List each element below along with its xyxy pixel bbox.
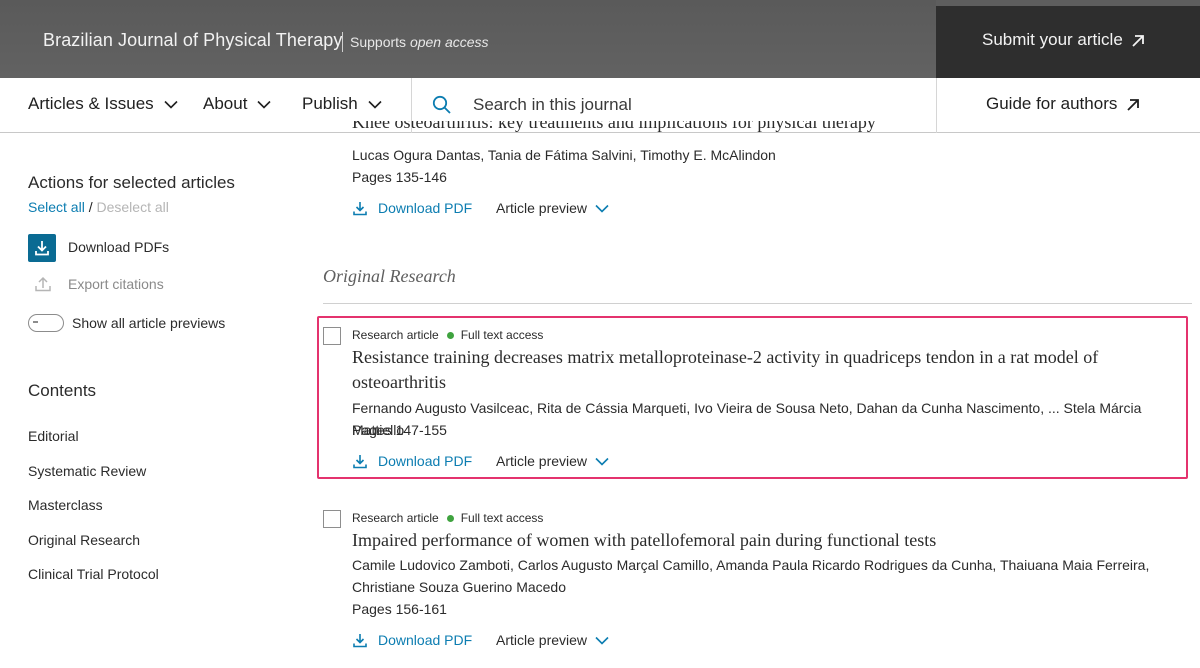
select-all-link[interactable]: Select all [28,199,85,215]
article-checkbox[interactable] [323,327,341,345]
article-access: Full text access [460,328,544,342]
guide-for-authors-link[interactable]: Guide for authors [986,94,1141,114]
search-input[interactable] [466,88,926,122]
article-preview-toggle[interactable]: Article preview [496,632,609,648]
chevron-down-icon [164,100,178,109]
access-dot-icon [446,514,454,522]
divider [323,303,1192,304]
article-pages: Pages 156-161 [352,601,447,617]
article-type: Research article [352,511,439,525]
download-icon [353,201,367,215]
article-title-link[interactable]: Impaired performance of women with patel… [352,528,1182,553]
nav-publish[interactable]: Publish [302,94,382,114]
chevron-down-icon [595,457,609,466]
article-title-link[interactable]: Resistance training decreases matrix met… [352,345,1182,395]
chevron-down-icon [257,100,272,109]
export-icon [35,276,51,292]
article-preview-toggle[interactable]: Article preview [496,200,609,216]
divider [936,78,937,133]
download-pdf-link[interactable]: Download PDF [352,200,472,216]
article-type: Research article [352,328,439,342]
external-arrow-icon [1127,99,1140,111]
contents-item-masterclass[interactable]: Masterclass [28,497,103,513]
article-authors: Camile Ludovico Zamboti, Carlos Augusto … [352,557,1150,595]
article-pages: Pages 135-146 [352,169,447,185]
submit-article-button[interactable]: Submit your article [936,6,1200,78]
article-title-link[interactable]: Knee osteoarthritis: key treatments and … [352,121,876,133]
actions-heading: Actions for selected articles [28,173,235,192]
deselect-all-link[interactable]: Deselect all [96,199,168,215]
section-heading: Original Research [323,266,456,286]
chevron-down-icon [595,204,609,213]
download-pdf-link[interactable]: Download PDF [352,632,472,648]
article-authors: Lucas Ogura Dantas, Tania de Fátima Salv… [352,147,776,163]
journal-header: Brazilian Journal of Physical Therapy Su… [0,0,1200,78]
open-access-label[interactable]: Supports open access [350,34,489,50]
divider [342,32,343,52]
download-icon [35,241,49,256]
external-arrow-icon [1132,35,1144,47]
journal-title-link[interactable]: Brazilian Journal of Physical Therapy [43,30,343,51]
nav-articles-issues[interactable]: Articles & Issues [28,94,178,114]
separator: / [88,199,93,215]
nav-about[interactable]: About [203,94,272,114]
article-preview-toggle[interactable]: Article preview [496,453,609,469]
article-authors: Fernando Augusto Vasilceac, Rita de Cáss… [352,400,1142,438]
article-checkbox[interactable] [323,510,341,528]
download-pdfs-label[interactable]: Download PDFs [68,239,169,255]
contents-item-systematic-review[interactable]: Systematic Review [28,463,146,479]
contents-item-editorial[interactable]: Editorial [28,428,79,444]
download-icon [353,454,367,468]
article-meta: Research article Full text access [352,328,543,342]
submit-article-label: Submit your article [982,30,1123,49]
selection-controls: Select all / Deselect all [28,199,169,215]
article-meta: Research article Full text access [352,511,543,525]
search-icon[interactable] [432,95,452,115]
access-dot-icon [446,331,454,339]
contents-heading: Contents [28,381,97,400]
download-pdfs-button[interactable] [28,234,56,262]
contents-item-clinical-trial-protocol[interactable]: Clinical Trial Protocol [28,566,159,582]
download-pdf-link[interactable]: Download PDF [352,453,472,469]
show-previews-label[interactable]: Show all article previews [72,315,225,331]
article-pages: Pages 147-155 [352,422,447,438]
download-icon [353,633,367,647]
chevron-down-icon [595,636,609,645]
article-access: Full text access [460,511,544,525]
export-citations-label[interactable]: Export citations [68,276,164,292]
contents-item-original-research[interactable]: Original Research [28,532,140,548]
chevron-down-icon [368,100,382,109]
show-previews-toggle[interactable] [28,314,64,332]
